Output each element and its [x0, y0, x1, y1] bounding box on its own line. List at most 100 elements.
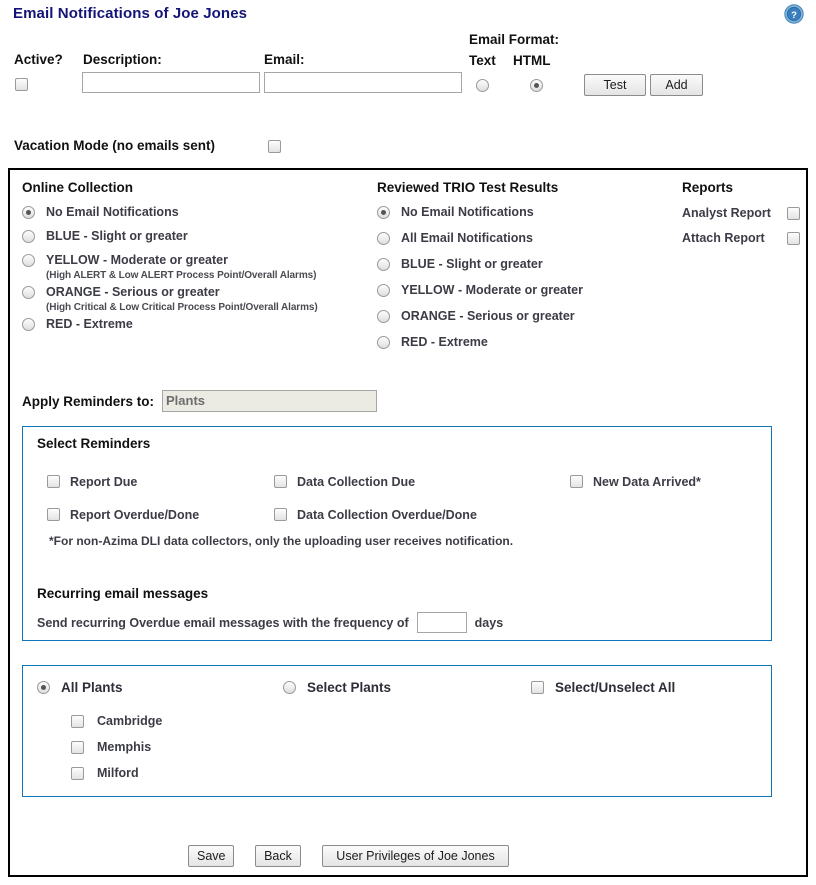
- active-checkbox[interactable]: [15, 78, 28, 91]
- online-option-yellow-sub: (High ALERT & Low ALERT Process Point/Ov…: [46, 270, 317, 281]
- trio-option-red[interactable]: RED - Extreme: [377, 335, 677, 349]
- reminder-new-data-arrived[interactable]: New Data Arrived*: [570, 469, 701, 494]
- user-privileges-button[interactable]: User Privileges of Joe Jones: [322, 845, 509, 867]
- online-radio-red[interactable]: [22, 318, 35, 331]
- reminder-label: Data Collection Due: [297, 474, 416, 489]
- reminder-report-overdue[interactable]: Report Overdue/Done: [47, 502, 199, 527]
- description-input[interactable]: [82, 72, 260, 93]
- online-option-orange-sub: (High Critical & Low Critical Process Po…: [46, 302, 318, 313]
- back-button[interactable]: Back: [255, 845, 301, 867]
- save-button[interactable]: Save: [188, 845, 234, 867]
- select-unselect-all-label: Select/Unselect All: [555, 680, 676, 695]
- plant-list: Cambridge Memphis Milford: [71, 708, 162, 786]
- select-unselect-all-option[interactable]: Select/Unselect All: [531, 680, 675, 695]
- reminder-label: New Data Arrived*: [593, 474, 701, 489]
- email-input[interactable]: [264, 72, 462, 93]
- trio-radio-yellow[interactable]: [377, 284, 390, 297]
- vacation-mode-label: Vacation Mode (no emails sent): [14, 138, 216, 153]
- plant-name: Cambridge: [97, 714, 163, 728]
- trio-radio-red[interactable]: [377, 336, 390, 349]
- format-html-radio[interactable]: [530, 79, 543, 92]
- attach-report-label: Attach Report: [682, 231, 765, 245]
- analyst-report-label: Analyst Report: [682, 206, 771, 220]
- apply-reminders-label: Apply Reminders to:: [22, 393, 155, 409]
- online-radio-blue[interactable]: [22, 230, 35, 243]
- online-option-red[interactable]: RED - Extreme: [22, 317, 372, 331]
- online-radio-no-email[interactable]: [22, 206, 35, 219]
- recurring-frequency-row: Send recurring Overdue email messages wi…: [37, 612, 503, 633]
- plant-name: Memphis: [97, 740, 152, 754]
- plant-checkbox-cambridge[interactable]: [71, 714, 84, 728]
- format-text-label: Text: [469, 53, 496, 68]
- reminder-data-collection-overdue[interactable]: Data Collection Overdue/Done: [274, 502, 477, 527]
- plant-checkbox-memphis[interactable]: [71, 740, 84, 754]
- account-form: Active? Description: Email: Email Format…: [0, 0, 816, 160]
- add-button[interactable]: Add: [650, 74, 703, 96]
- select-plants-option[interactable]: Select Plants: [283, 680, 391, 695]
- online-option-orange[interactable]: ORANGE - Serious or greater: [22, 285, 372, 299]
- format-text-radio[interactable]: [476, 79, 489, 92]
- trio-option-all-email[interactable]: All Email Notifications: [377, 231, 677, 245]
- online-option-label: BLUE - Slight or greater: [46, 229, 188, 243]
- reminders-column-2: Data Collection Due Data Collection Over…: [274, 469, 477, 527]
- trio-option-label: YELLOW - Moderate or greater: [401, 283, 583, 297]
- online-option-no-email[interactable]: No Email Notifications: [22, 205, 372, 219]
- trio-option-label: BLUE - Slight or greater: [401, 257, 543, 271]
- plant-checkbox-milford[interactable]: [71, 766, 84, 780]
- list-item[interactable]: Milford: [71, 760, 162, 786]
- online-radio-orange[interactable]: [22, 286, 35, 299]
- vacation-mode-checkbox[interactable]: [268, 140, 281, 153]
- online-collection-section: Online Collection No Email Notifications…: [22, 180, 372, 331]
- select-reminders-panel: Select Reminders Report Due Report Overd…: [22, 426, 772, 641]
- reminder-report-due[interactable]: Report Due: [47, 469, 199, 494]
- list-item[interactable]: Cambridge: [71, 708, 162, 734]
- recurring-suffix-label: days: [474, 615, 504, 630]
- reminder-label: Report Due: [70, 474, 138, 489]
- select-unselect-all-checkbox[interactable]: [531, 681, 544, 694]
- report-overdue-checkbox[interactable]: [47, 508, 60, 521]
- trio-option-no-email[interactable]: No Email Notifications: [377, 205, 677, 219]
- test-button[interactable]: Test: [584, 74, 646, 96]
- online-option-label: ORANGE - Serious or greater: [46, 285, 220, 299]
- online-option-yellow[interactable]: YELLOW - Moderate or greater: [22, 253, 372, 267]
- recurring-days-input[interactable]: [416, 612, 467, 633]
- analyst-report-checkbox[interactable]: [787, 206, 800, 220]
- data-collection-due-checkbox[interactable]: [274, 475, 287, 488]
- online-collection-heading: Online Collection: [22, 180, 134, 195]
- list-item[interactable]: Memphis: [71, 734, 162, 760]
- apply-reminders-select[interactable]: Plants: [162, 390, 378, 412]
- online-option-label: YELLOW - Moderate or greater: [46, 253, 228, 267]
- reports-row-analyst[interactable]: Analyst Report: [682, 206, 800, 220]
- description-label: Description:: [83, 52, 162, 67]
- trio-radio-no-email[interactable]: [377, 206, 390, 219]
- trio-radio-orange[interactable]: [377, 310, 390, 323]
- select-plants-radio[interactable]: [283, 681, 296, 694]
- reports-row-attach[interactable]: Attach Report: [682, 231, 800, 245]
- trio-option-blue[interactable]: BLUE - Slight or greater: [377, 257, 677, 271]
- format-html-label: HTML: [513, 53, 551, 68]
- select-reminders-heading: Select Reminders: [37, 436, 151, 451]
- reminder-label: Data Collection Overdue/Done: [297, 507, 477, 522]
- trio-option-label: All Email Notifications: [401, 231, 533, 245]
- online-option-blue[interactable]: BLUE - Slight or greater: [22, 229, 372, 243]
- all-plants-radio[interactable]: [37, 681, 50, 694]
- trio-option-yellow[interactable]: YELLOW - Moderate or greater: [377, 283, 677, 297]
- attach-report-checkbox[interactable]: [787, 231, 800, 245]
- online-radio-yellow[interactable]: [22, 254, 35, 267]
- trio-option-label: ORANGE - Serious or greater: [401, 309, 575, 323]
- trio-option-label: No Email Notifications: [401, 205, 534, 219]
- reminder-data-collection-due[interactable]: Data Collection Due: [274, 469, 477, 494]
- trio-radio-all-email[interactable]: [377, 232, 390, 245]
- reports-heading: Reports: [682, 180, 734, 195]
- all-plants-option[interactable]: All Plants: [37, 680, 123, 695]
- data-collection-overdue-checkbox[interactable]: [274, 508, 287, 521]
- trio-option-orange[interactable]: ORANGE - Serious or greater: [377, 309, 677, 323]
- recurring-prefix-label: Send recurring Overdue email messages wi…: [37, 615, 409, 630]
- new-data-arrived-checkbox[interactable]: [570, 475, 583, 488]
- report-due-checkbox[interactable]: [47, 475, 60, 488]
- email-label: Email:: [264, 52, 305, 67]
- recurring-email-heading: Recurring email messages: [37, 586, 209, 601]
- all-plants-label: All Plants: [61, 680, 123, 695]
- trio-radio-blue[interactable]: [377, 258, 390, 271]
- reminders-footnote: *For non-Azima DLI data collectors, only…: [49, 534, 514, 548]
